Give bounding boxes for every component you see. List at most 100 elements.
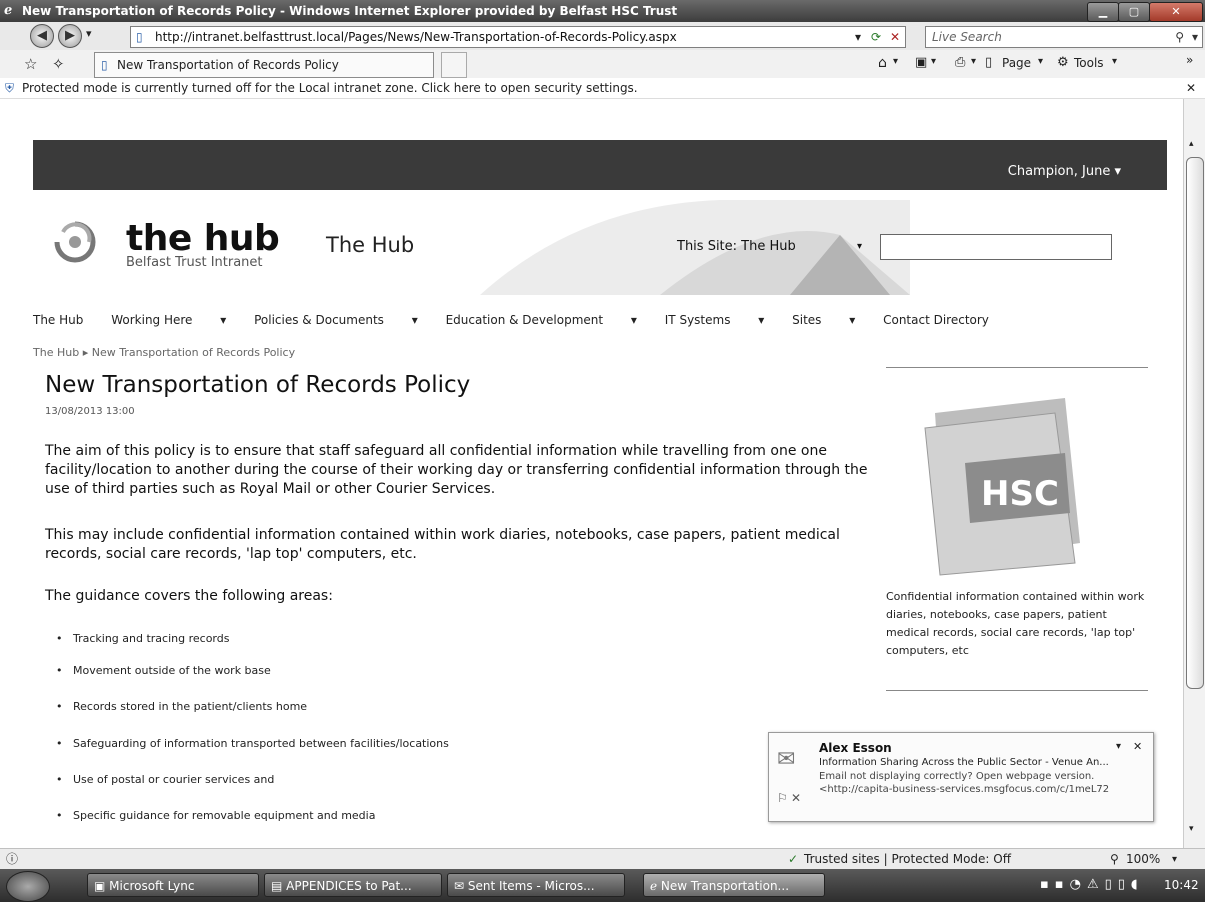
new-tab-button[interactable]: [441, 52, 467, 78]
home-dropdown-icon[interactable]: ▾: [893, 56, 898, 67]
taskbar-item-lync[interactable]: ▣ Microsoft Lync: [87, 873, 259, 897]
address-dropdown-icon[interactable]: ▾: [855, 27, 861, 47]
outlook-icon: ✉: [454, 879, 468, 893]
print-dropdown-icon[interactable]: ▾: [971, 56, 976, 67]
scope-chevron-down-icon: ▾: [857, 241, 863, 252]
site-search-input[interactable]: [880, 234, 1112, 260]
lync-icon: ▣: [94, 879, 110, 893]
nav-contact-directory[interactable]: Contact Directory: [883, 313, 989, 327]
nav-working-here[interactable]: Working Here ▾: [111, 313, 226, 327]
logo-subtext: Belfast Trust Intranet: [126, 255, 263, 270]
close-window-button[interactable]: ✕: [1149, 2, 1203, 22]
search-box[interactable]: Live Search ⚲ ▾: [925, 26, 1203, 48]
nav-it-systems[interactable]: IT Systems ▾: [665, 313, 765, 327]
window-title: New Transportation of Records Policy - W…: [22, 4, 678, 18]
security-zone[interactable]: Trusted sites | Protected Mode: Off: [804, 849, 1011, 870]
system-tray-icons[interactable]: ▪▪◔⚠▯▯◖: [1040, 877, 1144, 892]
start-button[interactable]: [6, 871, 50, 902]
status-bar: ⓘ ✓ Trusted sites | Protected Mode: Off …: [0, 848, 1205, 870]
sidebar-divider: [886, 367, 1148, 368]
breadcrumb-home[interactable]: The Hub: [33, 346, 79, 359]
stop-icon[interactable]: ✕: [890, 27, 900, 47]
nav-the-hub[interactable]: The Hub: [33, 313, 83, 327]
email-notification[interactable]: ✉ ⚐ ✕ Alex Esson Information Sharing Acr…: [768, 732, 1154, 822]
address-bar[interactable]: ▯ http://intranet.belfasttrust.local/Pag…: [130, 26, 906, 48]
info-bar-close-icon[interactable]: ✕: [1186, 78, 1196, 98]
list-item: • Movement outside of the work base: [56, 664, 271, 677]
tab-current[interactable]: ▯ New Transportation of Records Policy: [94, 52, 434, 78]
page-menu-button[interactable]: Page: [1002, 56, 1031, 70]
notification-close-icon[interactable]: ✕: [1133, 740, 1142, 753]
nav-policies-documents[interactable]: Policies & Documents ▾: [254, 313, 418, 327]
shield-icon: ⛨: [5, 81, 15, 95]
list-item: • Records stored in the patient/clients …: [56, 700, 308, 713]
article-paragraph-1: The aim of this policy is to ensure that…: [45, 443, 868, 497]
print-icon[interactable]: ⎙: [955, 55, 965, 70]
page-menu-icon[interactable]: ▯: [985, 55, 992, 70]
recent-pages-chevron-icon[interactable]: ▾: [86, 27, 92, 40]
refresh-icon[interactable]: ⟳: [871, 27, 881, 47]
sidebar-divider: [886, 690, 1148, 691]
status-info-icon: ⓘ: [6, 852, 19, 866]
checkmark-icon: ✓: [788, 852, 799, 866]
notification-sender: Alex Esson: [819, 741, 892, 755]
search-placeholder: Live Search: [932, 30, 1002, 44]
notification-options-icon[interactable]: ▾: [1116, 741, 1121, 752]
list-item: • Use of postal or courier services and: [56, 773, 275, 786]
delete-icon[interactable]: ✕: [791, 791, 801, 805]
word-icon: ▤: [271, 879, 287, 893]
logo-text: the hub: [126, 218, 280, 259]
page-dropdown-icon[interactable]: ▾: [1038, 56, 1043, 67]
search-icon[interactable]: ⚲: [1175, 27, 1184, 47]
gear-icon[interactable]: ⚙: [1057, 55, 1069, 70]
tools-menu-button[interactable]: Tools: [1074, 56, 1104, 70]
feeds-dropdown-icon[interactable]: ▾: [931, 56, 936, 67]
search-options-icon[interactable]: ▾: [1192, 27, 1198, 47]
more-commands-icon[interactable]: »: [1186, 53, 1193, 67]
maximize-button[interactable]: ▢: [1118, 2, 1150, 22]
list-item: • Specific guidance for removable equipm…: [56, 809, 376, 822]
tools-dropdown-icon[interactable]: ▾: [1112, 56, 1117, 67]
scrollbar-thumb[interactable]: [1186, 157, 1204, 689]
scroll-up-icon[interactable]: ▴: [1189, 139, 1194, 149]
window-title-bar: ℯ New Transportation of Records Policy -…: [0, 0, 1205, 22]
breadcrumb-current: New Transportation of Records Policy: [91, 346, 296, 359]
notification-subject: Information Sharing Across the Public Se…: [819, 757, 1109, 768]
taskbar-item-appendices[interactable]: ▤ APPENDICES to Pat...: [264, 873, 442, 897]
taskbar-item-ie[interactable]: ℯ New Transportation...: [643, 873, 825, 897]
zoom-dropdown-icon[interactable]: ▾: [1172, 849, 1177, 870]
ie-taskbar-icon: ℯ: [650, 879, 661, 893]
user-menu[interactable]: Champion, June ▾: [1008, 164, 1121, 179]
top-navigation: The Hub Working Here ▾ Policies & Docume…: [33, 313, 1133, 335]
breadcrumb-separator-icon: ▸: [82, 346, 92, 359]
minimize-button[interactable]: ▁: [1087, 2, 1119, 22]
list-item: • Safeguarding of information transporte…: [56, 737, 449, 750]
forward-button[interactable]: ▶: [58, 24, 82, 48]
scroll-down-icon[interactable]: ▾: [1189, 824, 1194, 834]
flag-icon[interactable]: ⚐: [777, 791, 788, 805]
page-icon: ▯: [136, 30, 143, 44]
back-button[interactable]: ◀: [30, 24, 54, 48]
page-title: New Transportation of Records Policy: [45, 372, 471, 398]
nav-education-development[interactable]: Education & Development ▾: [446, 313, 637, 327]
hsc-folder-image: HSC: [924, 398, 1080, 576]
image-caption: Confidential information contained withi…: [886, 590, 1145, 657]
site-title: The Hub: [326, 233, 415, 257]
taskbar-item-sent-items[interactable]: ✉ Sent Items - Micros...: [447, 873, 625, 897]
feeds-icon[interactable]: ▣: [915, 55, 927, 70]
page-scrollbar[interactable]: ▴ ▾: [1183, 99, 1205, 848]
zoom-level[interactable]: 100%: [1126, 849, 1160, 870]
tab-page-icon: ▯: [101, 58, 108, 72]
site-top-band: Champion, June ▾: [33, 140, 1167, 190]
hsc-image-label: HSC: [981, 474, 1059, 514]
taskbar: ▣ Microsoft Lync ▤ APPENDICES to Pat... …: [0, 869, 1205, 902]
notification-line: Email not displaying correctly? Open web…: [819, 771, 1095, 782]
add-favorites-icon[interactable]: ✧: [52, 55, 65, 73]
search-scope-dropdown[interactable]: This Site: The Hub ▾: [677, 236, 872, 258]
nav-sites[interactable]: Sites ▾: [792, 313, 855, 327]
home-icon[interactable]: ⌂: [878, 55, 887, 71]
favorites-star-icon[interactable]: ☆: [24, 55, 37, 73]
clock[interactable]: 10:42: [1164, 878, 1199, 892]
user-name: Champion, June: [1007, 164, 1111, 179]
info-bar[interactable]: ⛨ Protected mode is currently turned off…: [0, 78, 1205, 99]
